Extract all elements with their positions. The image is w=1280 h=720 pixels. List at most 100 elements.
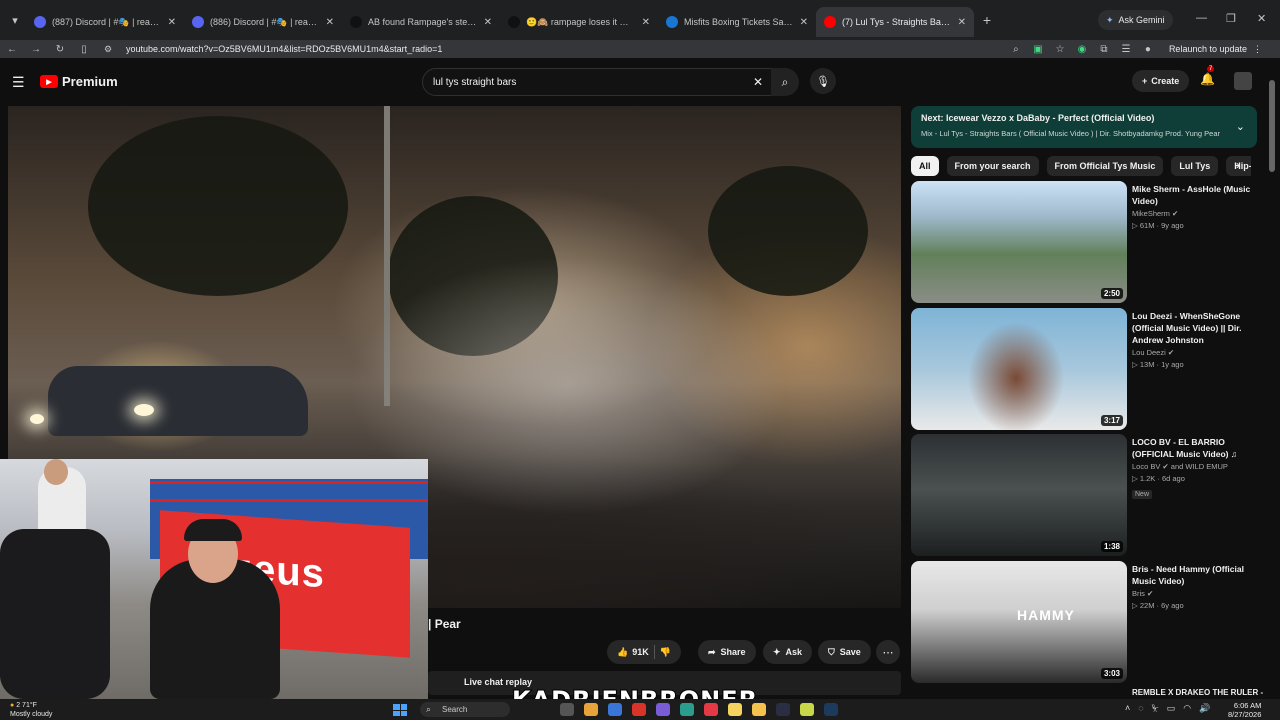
bookmark-star-icon[interactable]: ☆ [1051, 44, 1069, 55]
reload-icon[interactable]: ↻ [48, 44, 72, 55]
browser-tab[interactable]: (886) Discord | #🎭 | reactions ✕ [184, 7, 342, 37]
weather-widget[interactable]: ● 2 71°F Mostly cloudy [10, 701, 52, 719]
browser-tab[interactable]: (7) Lul Tys - Straights Bars (✕ [816, 7, 974, 37]
channel-name[interactable]: Lou Deezi ✔ [1132, 348, 1258, 357]
chevron-down-icon[interactable]: ⌄ [1236, 120, 1245, 133]
search-input[interactable]: lul tys straight bars ✕ [422, 68, 772, 96]
browser-tab[interactable]: 🙂🙈 rampage loses it 🙈😮 ✕ [500, 7, 658, 37]
video-thumbnail[interactable]: HAMMY 3:03 [911, 561, 1127, 683]
video-title[interactable]: Mike Sherm - AssHole (Music Video) [1132, 183, 1258, 207]
channel-name[interactable]: Loco BV ✔ and WILD EMUP [1132, 462, 1258, 471]
forward-icon[interactable]: → [24, 44, 48, 55]
filter-chip[interactable]: All [911, 156, 939, 176]
app-icon-7[interactable] [728, 703, 742, 716]
close-tab-icon[interactable]: ✕ [484, 17, 492, 28]
close-tab-icon[interactable]: ✕ [958, 17, 966, 28]
sidepanel-icon[interactable]: ▯ [72, 44, 96, 55]
extension-active-icon[interactable]: ▣ [1029, 44, 1047, 55]
wifi-icon[interactable]: ◠ [1183, 703, 1191, 714]
app-icon-5[interactable] [680, 703, 694, 716]
video-title[interactable]: Bris - Need Hammy (Official Music Video) [1132, 563, 1258, 587]
share-button[interactable]: ➦ Share [698, 640, 756, 664]
maximize-button[interactable]: ❐ [1226, 12, 1236, 25]
channel-name[interactable]: Bris ✔ [1132, 589, 1258, 598]
filter-chip[interactable]: From Official Tys Music [1046, 156, 1164, 176]
create-button[interactable]: + Create [1132, 70, 1190, 92]
youtube-logo[interactable]: ▶ Premium [40, 74, 118, 89]
tab-search-icon[interactable]: ▾ [4, 9, 26, 31]
video-title[interactable]: Lou Deezi - WhenSheGone (Official Music … [1132, 310, 1258, 346]
close-tab-icon[interactable]: ✕ [800, 17, 808, 28]
clear-search-icon[interactable]: ✕ [753, 75, 763, 89]
app-icon-6[interactable] [704, 703, 718, 716]
tray-overflow-icon[interactable]: ˄ [1125, 703, 1130, 714]
account-avatar[interactable] [1234, 72, 1252, 90]
ask-button[interactable]: ✦ Ask [763, 640, 813, 664]
address-bar[interactable]: ⚙ youtube.com/watch?v=Oz5BV6MU1m4&list=R… [100, 40, 1020, 58]
relaunch-button[interactable]: Relaunch to update ⋮ [1161, 41, 1270, 57]
more-actions-button[interactable]: ⋯ [876, 640, 900, 664]
close-window-button[interactable]: ✕ [1257, 12, 1266, 25]
display-icon[interactable]: ▭ [1167, 703, 1176, 714]
app-icon-2[interactable] [608, 703, 622, 716]
extensions-puzzle-icon[interactable]: ⧉ [1095, 44, 1113, 55]
ask-gemini-button[interactable]: ✦ Ask Gemini [1098, 10, 1173, 30]
voice-search-button[interactable]: 🎙 [810, 68, 836, 94]
video-title[interactable]: LOCO BV - EL BARRIO (OFFICIAL Music Vide… [1132, 436, 1258, 460]
video-duration: 3:03 [1100, 668, 1123, 679]
file-explorer-icon[interactable] [752, 703, 766, 716]
back-icon[interactable]: ← [0, 44, 24, 55]
close-tab-icon[interactable]: ✕ [326, 17, 334, 28]
zoom-icon[interactable]: ⌕ [1007, 44, 1025, 55]
system-tray: ˄ ◌ ⏧ ▭ ◠ 🔊 [1125, 703, 1210, 714]
browser-tab[interactable]: Misfits Boxing Tickets Sat, Sep 27 ✕ [658, 7, 816, 37]
video-thumbnail[interactable]: 1:38 [911, 434, 1127, 556]
windows-start-icon[interactable] [393, 704, 407, 716]
profile-icon[interactable]: ● [1139, 44, 1157, 55]
up-next-panel[interactable]: Next: Icewear Vezzo x DaBaby - Perfect (… [911, 106, 1257, 148]
site-info-icon[interactable]: ⚙ [104, 44, 116, 55]
browser-tab[interactable]: AB found Rampage's step daughter ✕ [342, 7, 500, 37]
minimize-button[interactable]: — [1196, 12, 1207, 24]
save-button[interactable]: ⛉ Save [818, 640, 871, 664]
like-button[interactable]: 👍 91K [617, 647, 649, 658]
recommended-video[interactable]: 3:17 Lou Deezi - WhenSheGone (Official Mu… [911, 308, 1257, 430]
recommended-video[interactable]: 2:50 Mike Sherm - AssHole (Music Video) Mi… [911, 181, 1257, 303]
thumbs-down-icon[interactable]: 👎 [660, 647, 671, 658]
mic-tray-icon[interactable]: ⏧ [1152, 703, 1159, 714]
close-tab-icon[interactable]: ✕ [642, 17, 650, 28]
app-icon-3[interactable] [632, 703, 646, 716]
app-icon-9[interactable] [800, 703, 814, 716]
task-view-icon[interactable] [560, 703, 574, 716]
taskbar-search[interactable]: ⌕ Search [420, 702, 510, 717]
share-icon: ➦ [708, 646, 716, 657]
channel-name[interactable]: MikeSherm ✔ [1132, 209, 1258, 218]
browser-tab[interactable]: (887) Discord | #🎭 | reactions ✕ [26, 7, 184, 37]
app-icon-4[interactable] [656, 703, 670, 716]
hamburger-menu-icon[interactable]: ☰ [12, 74, 25, 91]
extension-badge-icon[interactable]: ◉ [1073, 44, 1091, 55]
network-icon[interactable]: ◌ [1138, 703, 1143, 714]
windows-taskbar: ● 2 71°F Mostly cloudy ⌕ Search ˄ ◌ ⏧ ▭ … [0, 699, 1280, 720]
video-thumbnail[interactable]: 2:50 [911, 181, 1127, 303]
app-icon-8[interactable] [776, 703, 790, 716]
app-icon-1[interactable] [584, 703, 598, 716]
video-title: | Pear [428, 617, 461, 631]
video-thumbnail[interactable]: 3:17 [911, 308, 1127, 430]
microphone-icon: 🎙 [816, 75, 830, 88]
notifications-button[interactable]: 🔔 7 [1200, 66, 1215, 86]
recommended-video[interactable]: HAMMY 3:03 Bris - Need Hammy (Official Mus… [911, 561, 1257, 683]
tab-title: (886) Discord | #🎭 | reactions [210, 16, 320, 27]
taskbar-clock[interactable]: 6:06 AM 8/27/2026 [1228, 701, 1261, 719]
recommended-video[interactable]: 1:38 LOCO BV - EL BARRIO (OFFICIAL Music … [911, 434, 1257, 556]
media-control-icon[interactable]: ☰ [1117, 44, 1135, 55]
close-tab-icon[interactable]: ✕ [168, 17, 176, 28]
chevron-right-icon[interactable]: › [1236, 158, 1240, 172]
new-tab-button[interactable]: + [974, 12, 1000, 28]
filter-chip[interactable]: Lul Tys [1171, 156, 1219, 176]
steam-icon[interactable] [824, 703, 838, 716]
filter-chip[interactable]: From your search [946, 156, 1039, 176]
volume-icon[interactable]: 🔊 [1199, 703, 1210, 714]
search-button[interactable]: ⌕ [771, 68, 799, 96]
page-scrollbar[interactable] [1269, 80, 1275, 172]
